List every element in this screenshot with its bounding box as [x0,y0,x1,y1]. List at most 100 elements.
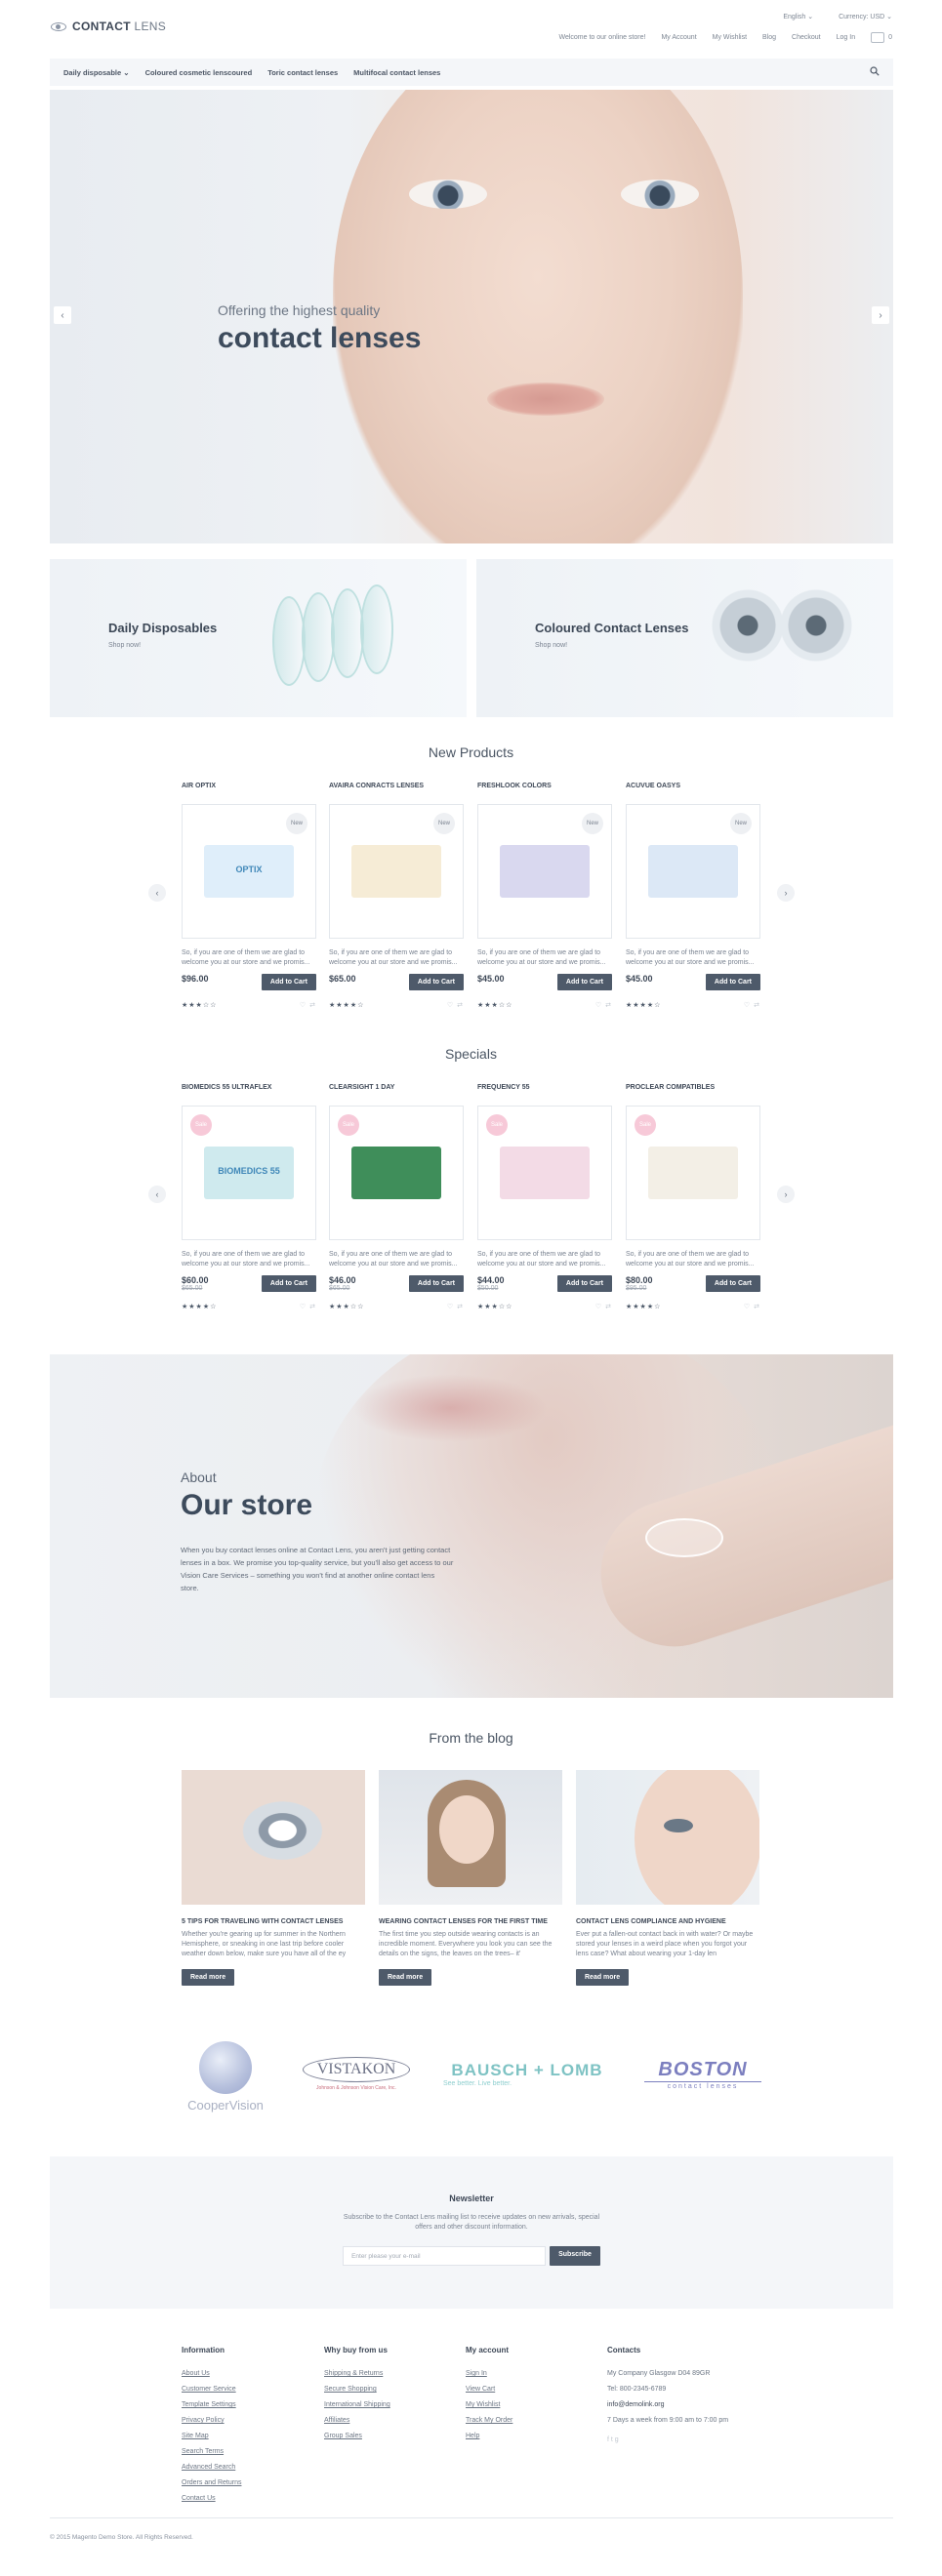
link-checkout[interactable]: Checkout [792,34,821,41]
product-name[interactable]: AVAIRA CONRACTS LENSES [329,783,464,804]
logo[interactable]: CONTACT LENS [51,20,166,33]
product-image[interactable]: New [477,804,612,939]
slider-next-button[interactable]: › [872,306,889,324]
currency-select[interactable]: Currency: USD ⌄ [839,13,892,20]
link-log-in[interactable]: Log In [837,34,855,41]
wishlist-compare-icons[interactable]: ♡ ⇄ [447,1303,464,1310]
footer-link-about-us[interactable]: About Us [182,2366,241,2382]
product-name[interactable]: ACUVUE OASYS [626,783,760,804]
blog-post-title[interactable]: WEARING CONTACT LENSES FOR THE FIRST TIM… [379,1918,562,1925]
footer-link-advanced-search[interactable]: Advanced Search [182,2460,241,2475]
footer-link-secure-shopping[interactable]: Secure Shopping [324,2382,390,2397]
add-to-cart-button[interactable]: Add to Cart [261,974,316,990]
wishlist-compare-icons[interactable]: ♡ ⇄ [744,1001,760,1009]
wishlist-compare-icons[interactable]: ♡ ⇄ [595,1303,612,1310]
brand-sublabel: contact lenses [644,2081,761,2090]
product-box-label: OPTIX [235,865,263,874]
product-box-label [351,1147,441,1166]
wishlist-compare-icons[interactable]: ♡ ⇄ [300,1303,316,1310]
promo-coloured-lenses[interactable]: Coloured Contact Lenses Shop now! [476,559,893,717]
product-name[interactable]: AIR OPTIX [182,783,316,804]
promo-daily-disposables[interactable]: Daily Disposables Shop now! [50,559,467,717]
footer-link-privacy-policy[interactable]: Privacy Policy [182,2413,241,2429]
add-to-cart-button[interactable]: Add to Cart [556,974,612,990]
footer-link-orders-returns[interactable]: Orders and Returns [182,2475,241,2491]
slider-prev-button[interactable]: ‹ [54,306,71,324]
product-image[interactable]: Sale BIOMEDICS 55 [182,1106,316,1240]
social-icons[interactable]: f t g [607,2433,728,2448]
promo-link[interactable]: Shop now! [535,642,567,649]
product-image[interactable]: New [626,804,760,939]
nav-item-toric[interactable]: Toric contact lenses [267,68,338,77]
blog-post-image[interactable] [576,1770,759,1905]
product-name[interactable]: FRESHLOOK COLORS [477,783,612,804]
product-description: So, if you are one of them we are glad t… [182,1251,310,1268]
link-blog[interactable]: Blog [762,34,776,41]
carousel-next-button[interactable]: › [777,1186,795,1203]
rating-stars: ★★★☆☆ [477,1304,513,1310]
brand-bausch-lomb[interactable]: BAUSCH + LOMB See better. Live better. [439,2061,615,2087]
nav-item-coloured[interactable]: Coloured cosmetic lenscoured [145,68,253,77]
product-image[interactable]: New [329,804,464,939]
blog-post-image[interactable] [379,1770,562,1905]
footer-link-contact-us[interactable]: Contact Us [182,2491,241,2507]
blog-post-title[interactable]: CONTACT LENS COMPLIANCE AND HYGIENE [576,1918,759,1925]
footer-link-shipping-returns[interactable]: Shipping & Returns [324,2366,390,2382]
product-name[interactable]: FREQUENCY 55 [477,1084,612,1106]
carousel-prev-button[interactable]: ‹ [148,884,166,902]
subscribe-button[interactable]: Subscribe [550,2246,600,2266]
product-rating-row: ★★★★☆ ♡ ⇄ [626,1303,760,1310]
wishlist-compare-icons[interactable]: ♡ ⇄ [595,1001,612,1009]
footer-link-view-cart[interactable]: View Cart [466,2382,512,2397]
product-image[interactable]: Sale [477,1106,612,1240]
product-name[interactable]: PROCLEAR COMPATIBLES [626,1084,760,1106]
read-more-button[interactable]: Read more [576,1969,630,1986]
link-my-account[interactable]: My Account [661,34,696,41]
nav-item-daily-disposable[interactable]: Daily disposable ⌄ [63,68,130,77]
product-image[interactable]: New OPTIX [182,804,316,939]
add-to-cart-button[interactable]: Add to Cart [556,1275,612,1292]
search-icon[interactable] [870,66,880,76]
add-to-cart-button[interactable]: Add to Cart [705,974,760,990]
contact-email[interactable]: info@demolink.org [607,2397,728,2413]
product-name[interactable]: BIOMEDICS 55 ULTRAFLEX [182,1084,316,1106]
footer-link-help[interactable]: Help [466,2429,512,2444]
footer-link-template-settings[interactable]: Template Settings [182,2397,241,2413]
footer-link-track-order[interactable]: Track My Order [466,2413,512,2429]
brand-vistakon[interactable]: VISTAKON Johnson & Johnson Vision Care, … [303,2057,410,2091]
wishlist-compare-icons[interactable]: ♡ ⇄ [447,1001,464,1009]
read-more-button[interactable]: Read more [182,1969,235,1986]
top-selectors: English ⌄ Currency: USD ⌄ [783,13,892,20]
read-more-button[interactable]: Read more [379,1969,432,1986]
link-my-wishlist[interactable]: My Wishlist [713,34,747,41]
carousel-prev-button[interactable]: ‹ [148,1186,166,1203]
add-to-cart-button[interactable]: Add to Cart [705,1275,760,1292]
add-to-cart-button[interactable]: Add to Cart [261,1275,316,1292]
footer-link-international-shipping[interactable]: International Shipping [324,2397,390,2413]
wishlist-compare-icons[interactable]: ♡ ⇄ [744,1303,760,1310]
wishlist-compare-icons[interactable]: ♡ ⇄ [300,1001,316,1009]
footer-link-my-wishlist[interactable]: My Wishlist [466,2397,512,2413]
product-image[interactable]: Sale [626,1106,760,1240]
footer-link-site-map[interactable]: Site Map [182,2429,241,2444]
add-to-cart-button[interactable]: Add to Cart [408,1275,464,1292]
promo-link[interactable]: Shop now! [108,642,141,649]
footer-link-affiliates[interactable]: Affiliates [324,2413,390,2429]
brand-coopervision[interactable]: CooperVision [182,2041,269,2113]
footer-link-group-sales[interactable]: Group Sales [324,2429,390,2444]
newsletter-email-input[interactable]: Enter please your e-mail [343,2246,547,2266]
brand-boston[interactable]: BOSTON contact lenses [644,2059,761,2090]
footer-link-sign-in[interactable]: Sign In [466,2366,512,2382]
lens-image [360,584,393,674]
product-name[interactable]: CLEARSIGHT 1 DAY [329,1084,464,1106]
blog-post-title[interactable]: 5 TIPS FOR TRAVELING WITH CONTACT LENSES [182,1918,365,1925]
cart-button[interactable]: 0 [871,32,892,43]
footer-link-search-terms[interactable]: Search Terms [182,2444,241,2460]
nav-item-multifocal[interactable]: Multifocal contact lenses [353,68,440,77]
language-select[interactable]: English ⌄ [783,13,813,20]
blog-post-image[interactable] [182,1770,365,1905]
footer-link-customer-service[interactable]: Customer Service [182,2382,241,2397]
add-to-cart-button[interactable]: Add to Cart [408,974,464,990]
carousel-next-button[interactable]: › [777,884,795,902]
product-image[interactable]: Sale [329,1106,464,1240]
